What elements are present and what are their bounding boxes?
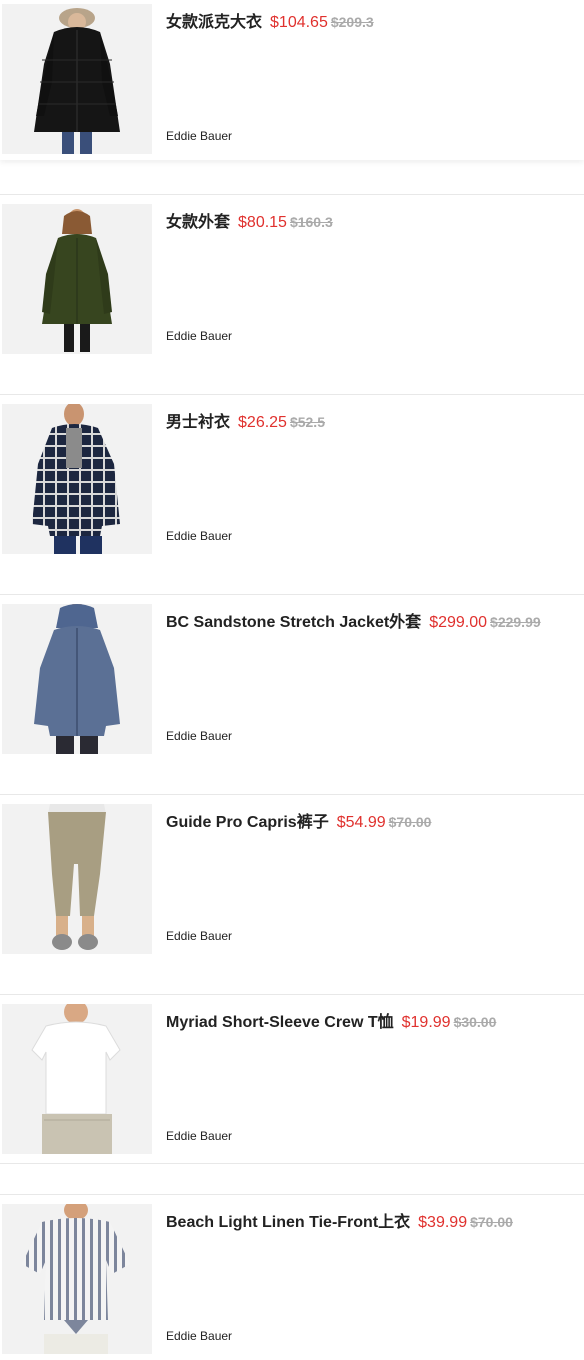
product-image[interactable] [2,1004,152,1154]
original-price: $30.00 [453,1014,497,1030]
product-card[interactable]: Myriad Short-Sleeve Crew T恤 $19.99 $30.00 … [0,1000,584,1160]
product-card[interactable]: Guide Pro Capris裤子 $54.99 $70.00 Eddie Bau… [0,800,584,960]
blue-jacket-photo [2,604,152,754]
plaid-shirt-photo [2,404,152,554]
original-price: $229.99 [490,614,541,630]
product-brand: Eddie Bauer [166,529,233,543]
product-brand: Eddie Bauer [166,129,233,143]
product-price: $54.99 [336,814,386,831]
product-brand: Eddie Bauer [166,929,233,943]
product-brand: Eddie Bauer [166,1329,233,1343]
striped-top-photo [2,1204,152,1354]
product-card[interactable]: 女款派克大衣 $104.65 $209.3 Eddie Bauer [0,0,584,160]
product-card[interactable]: Beach Light Linen Tie-Front上衣 $39.99 $70.0… [0,1200,584,1360]
original-price: $70.00 [388,814,432,830]
divider [0,1194,584,1195]
product-brand: Eddie Bauer [166,1129,233,1143]
divider [0,994,584,995]
product-image[interactable] [2,604,152,754]
product-title[interactable]: Beach Light Linen Tie-Front上衣 [166,1214,410,1231]
original-price: $52.5 [289,414,325,430]
original-price: $160.3 [289,214,333,230]
product-price: $80.15 [238,214,287,231]
product-card[interactable]: BC Sandstone Stretch Jacket外套 $299.00 $229… [0,600,584,760]
product-title[interactable]: 男士衬衣 [166,414,230,431]
product-price: $299.00 [429,614,488,631]
original-price: $70.00 [470,1214,513,1230]
product-title[interactable]: 女款外套 [166,214,230,231]
divider [0,594,584,595]
white-tshirt-photo [2,1004,152,1154]
product-card[interactable]: 男士衬衣 $26.25 $52.5 Eddie Bauer [0,400,584,560]
divider [0,394,584,395]
product-brand: Eddie Bauer [166,329,233,343]
product-card[interactable]: 女款外套 $80.15 $160.3 Eddie Bauer [0,200,584,360]
product-price: $39.99 [418,1214,468,1231]
green-coat-photo [2,204,152,354]
product-price: $104.65 [270,14,328,31]
product-price: $26.25 [238,414,287,431]
product-image[interactable] [2,4,152,154]
divider [0,1163,584,1164]
product-brand: Eddie Bauer [166,729,233,743]
product-image[interactable] [2,204,152,354]
divider [0,194,584,195]
product-title[interactable]: BC Sandstone Stretch Jacket外套 [166,614,421,631]
product-title[interactable]: 女款派克大衣 [166,14,262,31]
original-price: $209.3 [330,14,374,30]
product-image[interactable] [2,1204,152,1354]
product-image[interactable] [2,804,152,954]
black-parka-photo [2,4,152,154]
khaki-capris-photo [2,804,152,954]
product-price: $19.99 [401,1014,451,1031]
product-image[interactable] [2,404,152,554]
product-title[interactable]: Guide Pro Capris裤子 [166,814,329,831]
divider [0,794,584,795]
product-title[interactable]: Myriad Short-Sleeve Crew T恤 [166,1014,394,1031]
